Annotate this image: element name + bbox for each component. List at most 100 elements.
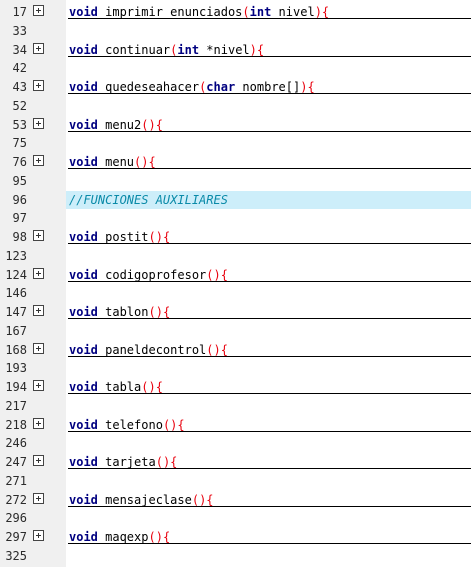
code-line[interactable]: 17 void imprimir_enunciados(int nivel){ bbox=[0, 3, 471, 21]
code-area: void quedeseahacer(char nombre[]){ bbox=[66, 78, 471, 96]
line-number: 271 bbox=[5, 473, 27, 488]
code-area bbox=[66, 434, 471, 452]
punctuation-token: ( bbox=[191, 492, 200, 507]
line-number: 75 bbox=[12, 136, 27, 151]
line-number: 193 bbox=[5, 361, 27, 376]
code-line[interactable]: 98 void postit(){ bbox=[0, 228, 471, 246]
function-name-token: mensajeclase bbox=[97, 492, 192, 507]
line-number: 325 bbox=[5, 548, 27, 563]
line-number: 168 bbox=[5, 342, 27, 357]
function-name-token: codigoprofesor bbox=[97, 267, 207, 282]
code-line[interactable]: 52 bbox=[0, 97, 471, 115]
expand-fold-icon[interactable] bbox=[33, 380, 44, 391]
expand-fold-icon[interactable] bbox=[33, 455, 44, 466]
code-line[interactable]: 76 void menu(){ bbox=[0, 153, 471, 171]
keyword-token: void bbox=[69, 5, 98, 19]
line-number: 52 bbox=[12, 98, 27, 113]
code-line[interactable]: 271 bbox=[0, 472, 471, 490]
code-area: void tablon(){ bbox=[66, 303, 471, 321]
code-line[interactable]: 95 bbox=[0, 172, 471, 190]
code-line[interactable]: 296 bbox=[0, 509, 471, 527]
line-number: 96 bbox=[12, 192, 27, 207]
expand-fold-icon[interactable] bbox=[33, 42, 44, 54]
code-line[interactable]: 247 void tarjeta(){ bbox=[0, 453, 471, 471]
expand-fold-icon[interactable] bbox=[33, 230, 44, 241]
function-name-token: tablon bbox=[97, 305, 149, 319]
code-line[interactable]: 75 bbox=[0, 134, 471, 152]
code-line[interactable]: 43 void quedeseahacer(char nombre[]){ bbox=[0, 78, 471, 96]
expand-fold-icon[interactable] bbox=[33, 5, 44, 16]
expand-fold-icon[interactable] bbox=[33, 117, 44, 129]
expand-fold-icon[interactable] bbox=[33, 417, 44, 429]
expand-fold-icon[interactable] bbox=[33, 305, 44, 316]
keyword-token: void bbox=[69, 117, 98, 132]
code-line[interactable]: 124 void codigoprofesor(){ bbox=[0, 266, 471, 284]
line-number: 95 bbox=[12, 173, 27, 188]
code-area bbox=[66, 397, 471, 415]
function-name-token: imprimir_enunciados bbox=[97, 5, 243, 19]
keyword-token: void bbox=[69, 492, 98, 507]
line-number: 146 bbox=[5, 286, 27, 301]
keyword-token: void bbox=[69, 230, 98, 244]
expand-fold-icon[interactable] bbox=[33, 155, 44, 166]
line-number: 247 bbox=[5, 455, 27, 469]
expand-fold-icon[interactable] bbox=[33, 267, 44, 279]
code-text: void mensajeclase(){ bbox=[69, 491, 214, 509]
code-line[interactable]: 168 void paneldecontrol(){ bbox=[0, 341, 471, 359]
expand-fold-icon[interactable] bbox=[33, 530, 44, 541]
code-line[interactable]: 194 void tabla(){ bbox=[0, 378, 471, 396]
code-line[interactable]: 146 bbox=[0, 284, 471, 302]
code-area: void continuar(int *nivel){ bbox=[66, 41, 471, 59]
function-name-token: postit bbox=[97, 230, 149, 244]
code-area: void postit(){ bbox=[66, 228, 471, 246]
code-text: void codigoprofesor(){ bbox=[69, 266, 228, 284]
code-area bbox=[66, 134, 471, 152]
code-line[interactable]: 33 bbox=[0, 22, 471, 40]
code-area bbox=[66, 472, 471, 490]
code-line[interactable]: 193 bbox=[0, 359, 471, 377]
line-number: 43 bbox=[12, 80, 27, 94]
keyword-token: void bbox=[69, 380, 98, 394]
line-number: 98 bbox=[12, 230, 27, 244]
code-line[interactable]: 217 bbox=[0, 397, 471, 415]
keyword-token: void bbox=[69, 455, 98, 469]
line-number: 272 bbox=[5, 492, 27, 507]
code-line[interactable]: 218 void telefono(){ bbox=[0, 416, 471, 434]
code-line[interactable]: 97 bbox=[0, 209, 471, 227]
code-line[interactable]: 246 bbox=[0, 434, 471, 452]
code-line[interactable]: 96 //FUNCIONES AUXILIARES bbox=[0, 190, 471, 209]
code-line[interactable]: 123 bbox=[0, 247, 471, 265]
expand-fold-icon[interactable] bbox=[33, 80, 44, 91]
punctuation-token: ( bbox=[206, 267, 214, 282]
function-name-token: tarjeta bbox=[97, 455, 156, 469]
code-line[interactable]: 34 void continuar(int *nivel){ bbox=[0, 41, 471, 59]
code-text: void telefono(){ bbox=[69, 416, 185, 434]
code-line[interactable]: 167 bbox=[0, 322, 471, 340]
code-line[interactable]: 297 void maqexp(){ bbox=[0, 528, 471, 546]
punctuation-token: ){ bbox=[162, 455, 178, 469]
keyword-token: void bbox=[69, 267, 98, 282]
code-area: void mensajeclase(){ bbox=[66, 491, 471, 509]
code-line[interactable]: 53 void menu2(){ bbox=[0, 116, 471, 134]
expand-fold-icon[interactable] bbox=[33, 342, 44, 354]
code-line[interactable]: 42 bbox=[0, 59, 471, 77]
code-area bbox=[66, 97, 471, 115]
line-number: 17 bbox=[12, 5, 27, 19]
punctuation-token: ){ bbox=[249, 42, 265, 57]
function-name-token: telefono bbox=[97, 417, 163, 432]
keyword-token: void bbox=[69, 155, 98, 169]
param-type-token: int bbox=[177, 42, 200, 57]
function-name-token: quedeseahacer bbox=[97, 80, 200, 94]
code-line[interactable]: 147 void tablon(){ bbox=[0, 303, 471, 321]
code-text: //FUNCIONES AUXILIARES bbox=[69, 191, 228, 209]
code-area: void paneldecontrol(){ bbox=[66, 341, 471, 359]
expand-fold-icon[interactable] bbox=[33, 492, 44, 504]
code-text: void tablon(){ bbox=[69, 303, 170, 321]
punctuation-token: ){ bbox=[141, 155, 156, 169]
code-editor[interactable]: 17 void imprimir_enunciados(int nivel){33… bbox=[0, 0, 471, 567]
code-line[interactable]: 272 void mensajeclase(){ bbox=[0, 491, 471, 509]
function-name-token: continuar bbox=[97, 42, 171, 57]
punctuation-token: ( bbox=[141, 380, 149, 394]
code-area bbox=[66, 247, 471, 265]
code-line[interactable]: 325 bbox=[0, 547, 471, 565]
